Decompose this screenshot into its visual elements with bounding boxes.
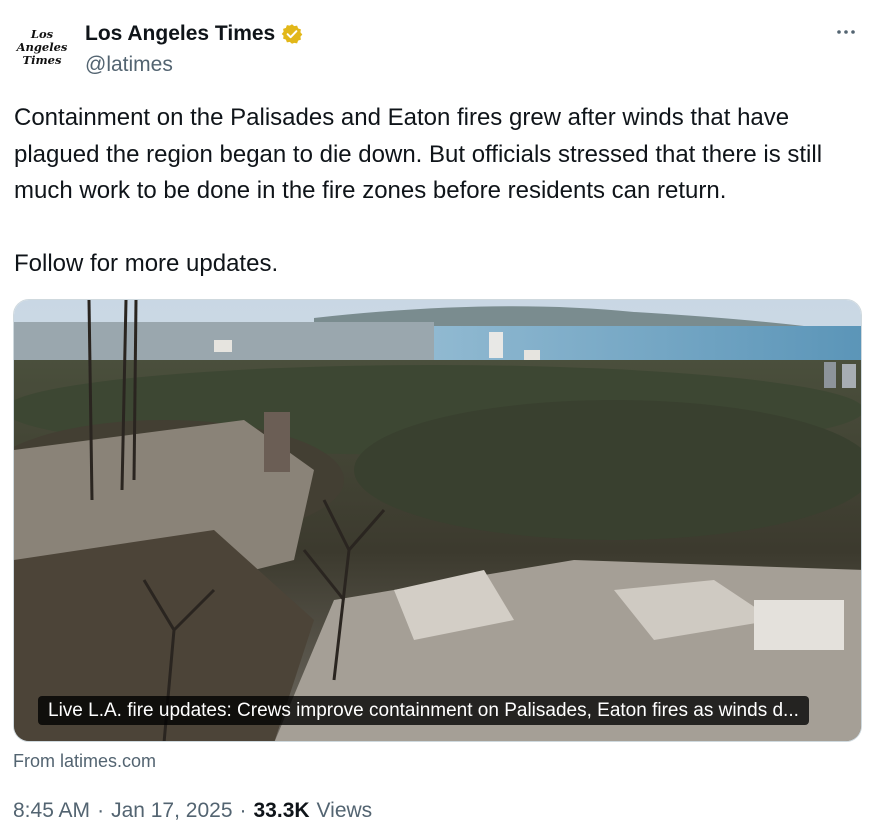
tweet-time[interactable]: 8:45 AM <box>13 799 90 823</box>
more-options-button[interactable] <box>832 18 860 46</box>
views-label: Views <box>316 799 373 822</box>
tweet-paragraph: Follow for more updates. <box>14 249 279 277</box>
link-card[interactable]: Live L.A. fire updates: Crews improve co… <box>13 299 862 742</box>
meta-separator: · <box>239 799 247 822</box>
tweet: Los Angeles Times Los Angeles Times @lat… <box>0 0 878 840</box>
author-display-name[interactable]: Los Angeles Times <box>85 22 303 46</box>
logo-line-3: Times <box>22 52 62 67</box>
logo-line-2: Angeles <box>16 39 68 54</box>
meta-separator: · <box>97 799 105 822</box>
tweet-date[interactable]: Jan 17, 2025 <box>111 799 232 823</box>
avatar[interactable]: Los Angeles Times <box>14 19 70 75</box>
author-handle[interactable]: @latimes <box>85 53 173 77</box>
logo-line-1: Los <box>30 26 54 41</box>
display-name-text: Los Angeles Times <box>85 22 276 45</box>
card-image <box>14 300 861 741</box>
card-source-link[interactable]: From latimes.com <box>13 751 156 772</box>
verified-badge-icon[interactable] <box>281 23 303 45</box>
tweet-text: Containment on the Palisades and Eaton f… <box>14 100 870 282</box>
views-count[interactable]: 33.3K <box>254 799 310 823</box>
card-caption: Live L.A. fire updates: Crews improve co… <box>38 696 809 725</box>
tweet-meta: 8:45 AM · Jan 17, 2025 · 33.3K Views <box>13 799 372 823</box>
tweet-paragraph: Containment on the Palisades and Eaton f… <box>14 104 823 204</box>
more-dots-icon <box>837 30 855 34</box>
